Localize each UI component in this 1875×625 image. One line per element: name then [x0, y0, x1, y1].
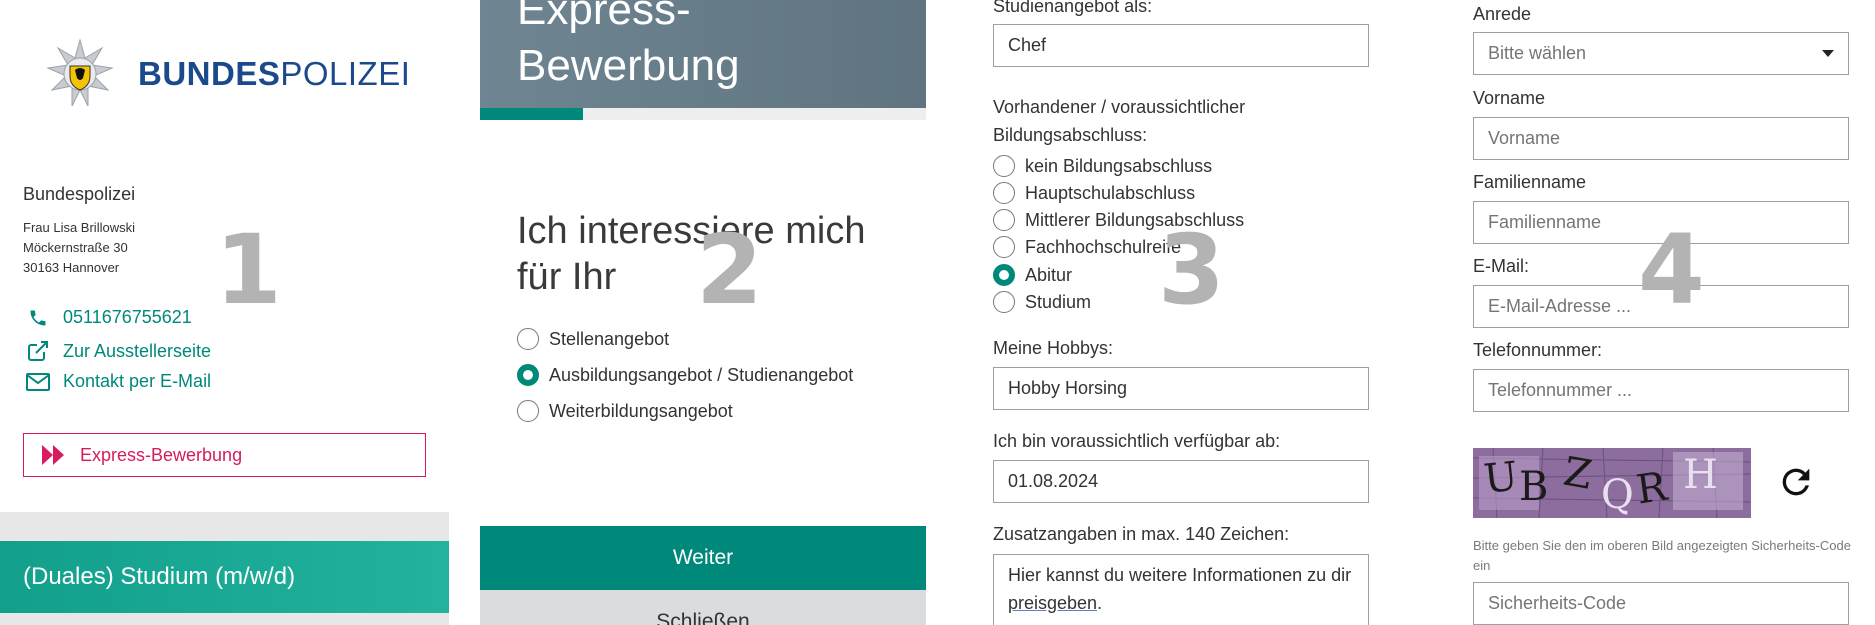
email-link-label: Kontakt per E-Mail: [63, 371, 212, 391]
degree-radio[interactable]: [993, 182, 1015, 204]
label-available: Ich bin voraussichtlich verfügbar ab:: [993, 431, 1281, 451]
refresh-icon: [1782, 468, 1810, 496]
option-label: Stellenangebot: [549, 328, 670, 349]
degree-label: Studium: [1025, 291, 1092, 312]
label-lastname: Familienname: [1473, 172, 1587, 192]
offer-input[interactable]: Chef: [993, 24, 1369, 67]
study-details-panel: Studienangebot als: Chef Vorhandener / v…: [960, 0, 1406, 625]
degree-radio[interactable]: [993, 291, 1015, 313]
salutation-placeholder: Bitte wählen: [1488, 43, 1587, 63]
radio-ausbildungsangebot[interactable]: [517, 364, 539, 386]
step-number-1: 1: [215, 214, 282, 326]
label-degree: Vorhandener / voraussichtlicher Bildungs…: [993, 97, 1246, 145]
security-code-input[interactable]: Sicherheits-Code: [1473, 582, 1849, 625]
option-ausbildungsangebot[interactable]: Ausbildungsangebot / Studienangebot: [517, 364, 853, 386]
degree-radio[interactable]: [993, 264, 1015, 286]
exhibitor-panel: BUNDESPOLIZEI Bundespolizei Frau Lisa Br…: [0, 0, 449, 625]
label-firstname: Vorname: [1473, 88, 1546, 108]
option-stellenangebot[interactable]: Stellenangebot: [517, 328, 669, 350]
degree-label: kein Bildungsabschluss: [1025, 155, 1213, 176]
next-button[interactable]: Weiter: [480, 526, 926, 590]
radio-weiterbildungsangebot[interactable]: [517, 400, 539, 422]
svg-text:H: H: [1683, 452, 1718, 498]
degree-option[interactable]: Fachhochschulreife: [993, 236, 1181, 258]
external-link-icon: [23, 339, 53, 363]
progress-fill: [480, 108, 583, 120]
captcha-hint: Bitte geben Sie den im oberen Bild angez…: [1473, 538, 1851, 573]
degree-label: Abitur: [1025, 264, 1073, 285]
label-extra: Zusatzangaben in max. 140 Zeichen:: [993, 524, 1290, 544]
option-label: Weiterbildungsangebot: [549, 400, 733, 421]
option-label: Ausbildungsangebot / Studienangebot: [549, 364, 854, 385]
option-weiterbildungsangebot[interactable]: Weiterbildungsangebot: [517, 400, 733, 422]
refresh-captcha-button[interactable]: [1776, 462, 1816, 507]
close-button[interactable]: Schließen: [480, 590, 926, 625]
bundespolizei-logo: BUNDESPOLIZEI: [44, 38, 410, 110]
degree-label: Hauptschulabschluss: [1025, 182, 1196, 203]
email-contact-link[interactable]: Kontakt per E-Mail: [23, 371, 211, 392]
extra-text-spellcheck: preisgeben: [1008, 593, 1098, 613]
federal-eagle-star-icon: [46, 38, 114, 107]
label-salutation: Anrede: [1473, 4, 1532, 24]
label-hobbies: Meine Hobbys:: [993, 338, 1114, 358]
header-title: Express-Bewerbung: [517, 0, 740, 90]
phone-link[interactable]: 0511676755621: [23, 307, 192, 328]
degree-option[interactable]: Hauptschulabschluss: [993, 182, 1195, 204]
hobbies-input[interactable]: Hobby Horsing: [993, 367, 1369, 410]
offer-title-bar[interactable]: (Duales) Studium (m/w/d): [0, 541, 449, 613]
address-city: 30163 Hannover: [23, 260, 120, 275]
fast-forward-icon: [42, 445, 64, 465]
salutation-select[interactable]: Bitte wählen: [1473, 32, 1849, 75]
label-offer: Studienangebot als:: [993, 0, 1153, 16]
captcha-image: U B Z Q R H: [1473, 448, 1751, 518]
degree-option[interactable]: Abitur: [993, 264, 1072, 286]
exhibitor-link-label: Zur Ausstellerseite: [63, 340, 212, 361]
step-number-3: 3: [1158, 214, 1225, 326]
personal-data-panel: Anrede Bitte wählen Vorname Vorname Fami…: [1440, 0, 1875, 625]
degree-option[interactable]: kein Bildungsabschluss: [993, 155, 1212, 177]
address-block: Frau Lisa Brillowski Möckernstraße 30 30…: [23, 218, 135, 278]
mail-icon: [23, 372, 53, 392]
phone-input[interactable]: Telefonnummer ...: [1473, 369, 1849, 412]
svg-text:Q: Q: [1601, 472, 1634, 518]
degree-radio[interactable]: [993, 209, 1015, 231]
header-banner: Express-Bewerbung: [480, 0, 926, 108]
firstname-input[interactable]: Vorname: [1473, 117, 1849, 160]
label-email: E-Mail:: [1473, 256, 1530, 276]
degree-option[interactable]: Studium: [993, 291, 1091, 313]
phone-number: 0511676755621: [63, 307, 192, 327]
caret-down-icon: [1822, 50, 1834, 57]
organization-name: Bundespolizei: [23, 184, 136, 204]
degree-radio[interactable]: [993, 236, 1015, 258]
extra-text: Hier kannst du weitere Informationen zu …: [1008, 565, 1352, 585]
degree-radio[interactable]: [993, 155, 1015, 177]
express-step-panel: Express-Bewerbung Ich interessiere mich …: [480, 0, 926, 625]
extra-text-end: .: [1097, 593, 1103, 613]
label-phone: Telefonnummer:: [1473, 340, 1603, 360]
express-application-button[interactable]: Express-Bewerbung: [23, 433, 426, 477]
step-number-2: 2: [696, 214, 763, 326]
svg-text:B: B: [1519, 464, 1548, 510]
logo-text-bold: BUNDES: [138, 55, 281, 92]
express-button-label: Express-Bewerbung: [80, 444, 243, 465]
available-date-input[interactable]: 01.08.2024: [993, 460, 1369, 503]
logo-text-light: POLIZEI: [280, 55, 411, 92]
contact-person: Frau Lisa Brillowski: [23, 220, 135, 235]
exhibitor-page-link[interactable]: Zur Ausstellerseite: [23, 339, 211, 363]
extra-info-textarea[interactable]: Hier kannst du weitere Informationen zu …: [993, 554, 1369, 625]
address-street: Möckernstraße 30: [23, 240, 128, 255]
progress-bar: [480, 108, 926, 120]
step-number-4: 4: [1638, 214, 1705, 326]
offer-title: (Duales) Studium (m/w/d): [23, 563, 296, 590]
phone-icon: [23, 308, 53, 328]
radio-stellenangebot[interactable]: [517, 328, 539, 350]
svg-text:U: U: [1482, 453, 1520, 502]
